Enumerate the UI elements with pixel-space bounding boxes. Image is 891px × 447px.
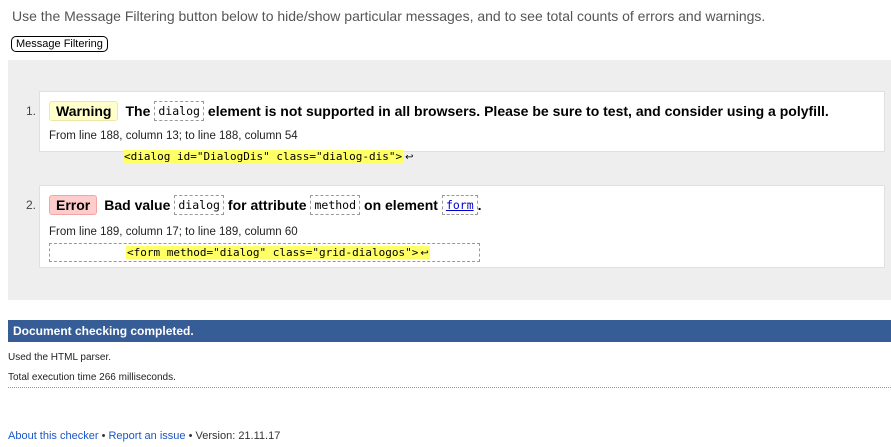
code-extract: <dialog id="DialogDis" class="dialog-dis… [123, 150, 414, 163]
message-text: The [125, 103, 151, 119]
message-location: From line 189, column 17; to line 189, c… [49, 226, 298, 238]
return-icon: ↩ [405, 152, 414, 163]
message-heading: Error Bad value dialog for attribute met… [49, 195, 482, 215]
extract-text: <form method="dialog" class="grid-dialog… [127, 246, 419, 259]
message-number: 1. [26, 104, 37, 118]
warning-message: Warning The dialog element is not suppor… [39, 91, 885, 163]
form-element-link[interactable]: form [446, 198, 474, 212]
extract-highlight: <form method="dialog" class="grid-dialog… [126, 246, 430, 259]
code-form-box: form [441, 195, 478, 215]
code-dialog: dialog [174, 195, 224, 215]
code-method: method [310, 195, 361, 215]
execution-time: Total execution time 266 milliseconds. [8, 372, 176, 383]
message-text: on element [364, 197, 438, 213]
bullet: • [101, 430, 106, 442]
message-number: 2. [26, 198, 37, 212]
report-issue-link[interactable]: Report an issue [108, 430, 185, 442]
divider [8, 387, 891, 388]
message-text: Bad value [104, 197, 171, 213]
warning-badge: Warning [49, 101, 119, 121]
code-dialog: dialog [154, 101, 204, 121]
message-text: for attribute [227, 197, 307, 213]
message-heading: Warning The dialog element is not suppor… [49, 101, 829, 121]
footer: About this checker • Report an issue • V… [8, 430, 280, 442]
bullet: • [188, 430, 193, 442]
error-badge: Error [49, 195, 98, 215]
code-extract: <form method="dialog" class="grid-dialog… [49, 243, 480, 262]
extract-highlight: <dialog id="DialogDis" class="dialog-dis… [123, 150, 404, 163]
return-icon: ↩ [420, 248, 429, 259]
intro-text: Use the Message Filtering button below t… [12, 8, 766, 24]
error-message: Error Bad value dialog for attribute met… [39, 185, 885, 268]
message-text: . [477, 197, 482, 213]
parser-info: Used the HTML parser. [8, 352, 112, 363]
message-text: element is not supported in all browsers… [207, 103, 829, 119]
results-panel: 1. Warning The dialog element is not sup… [8, 60, 891, 300]
message-location: From line 188, column 13; to line 188, c… [49, 130, 298, 142]
about-checker-link[interactable]: About this checker [8, 430, 99, 442]
status-bar: Document checking completed. [8, 320, 891, 342]
message-filtering-button[interactable]: Message Filtering [11, 36, 108, 52]
version-text: Version: 21.11.17 [195, 430, 281, 442]
